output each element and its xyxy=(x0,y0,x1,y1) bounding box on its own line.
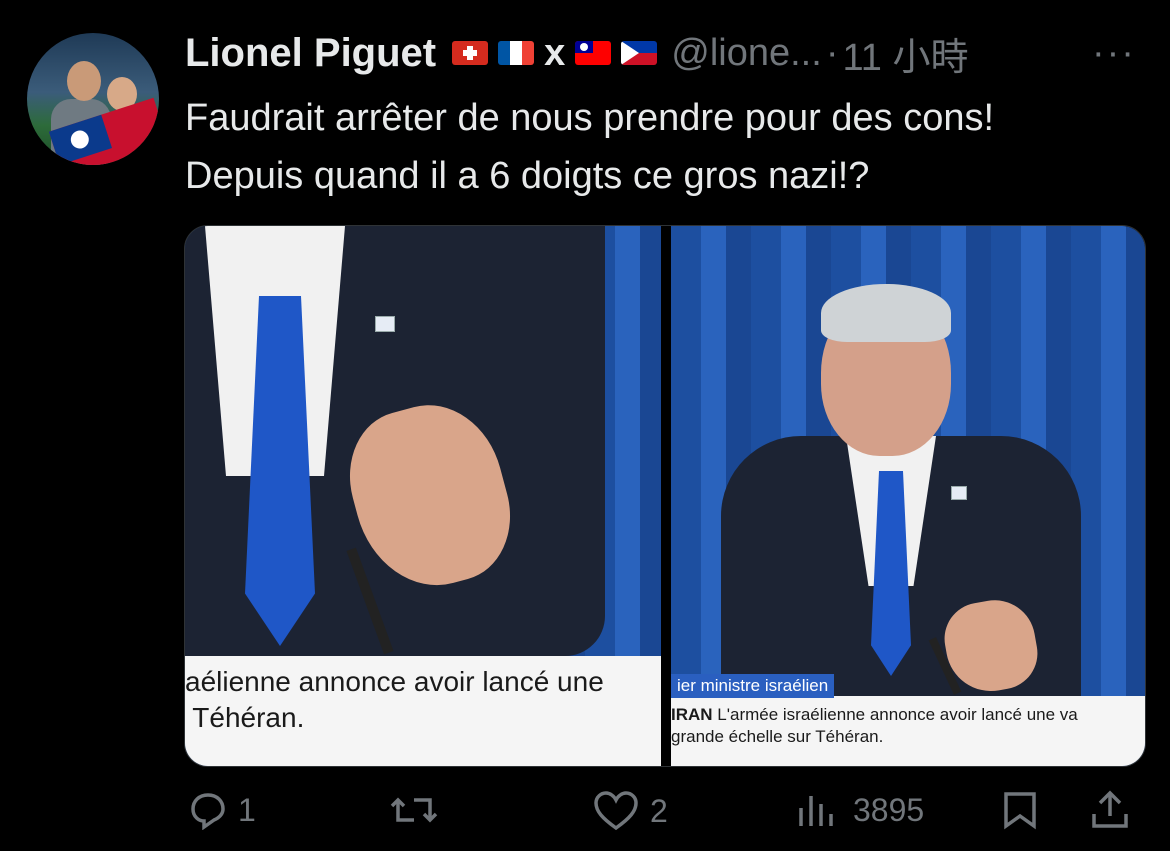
tweet-text-line1: Faudrait arrêter de nous prendre pour de… xyxy=(185,97,995,139)
avatar-face xyxy=(67,61,101,101)
ticker-topic: IRAN xyxy=(671,705,713,724)
media-divider xyxy=(661,226,671,766)
reply-icon xyxy=(191,793,225,830)
retweet-button[interactable] xyxy=(390,790,438,830)
taiwan-flag-icon xyxy=(575,41,612,65)
bookmark-button[interactable] xyxy=(1000,790,1040,830)
reply-button[interactable]: 1 xyxy=(188,790,256,830)
heart-icon xyxy=(594,791,638,831)
tweet-header: Lionel Piguet x @lione... · 11 小時 xyxy=(185,30,968,79)
author-handle[interactable]: @lione... xyxy=(671,32,822,75)
tweet-media[interactable]: aélienne annonce avoir lancé une Téhéran… xyxy=(184,225,1146,767)
france-flag-icon xyxy=(498,41,535,65)
flag-separator: x xyxy=(544,31,566,74)
avatar[interactable] xyxy=(27,33,159,165)
share-button[interactable] xyxy=(1090,790,1130,830)
ticker-right-line2: grande échelle sur Téhéran. xyxy=(671,727,884,746)
tweet-text: Faudrait arrêter de nous prendre pour de… xyxy=(185,89,994,205)
view-count: 3895 xyxy=(853,791,925,828)
tweet-actions: 1 2 3895 xyxy=(0,790,1170,840)
like-count: 2 xyxy=(650,792,668,829)
views-button[interactable]: 3895 xyxy=(797,790,924,830)
media-image-right[interactable]: ier ministre israélien IRAN L'armée isra… xyxy=(671,226,1145,766)
news-ticker-right: IRAN L'armée israélienne annonce avoir l… xyxy=(671,704,1078,748)
ticker-left-line2: Téhéran. xyxy=(185,702,305,733)
tweet-text-line2: Depuis quand il a 6 doigts ce gros nazi!… xyxy=(185,155,870,197)
time-separator: · xyxy=(825,31,839,74)
tweet-timestamp[interactable]: 11 小時 xyxy=(842,26,968,81)
news-ticker-left: aélienne annonce avoir lancé une Téhéran… xyxy=(185,664,604,736)
views-icon xyxy=(799,796,833,826)
philippines-flag-icon xyxy=(621,41,658,65)
author-flags: x xyxy=(452,31,658,75)
like-button[interactable]: 2 xyxy=(592,790,668,832)
bookmark-icon xyxy=(1004,792,1036,830)
lapel-pin xyxy=(375,316,395,332)
more-options-button[interactable]: ··· xyxy=(1092,32,1136,75)
ticker-left-line1: aélienne annonce avoir lancé une xyxy=(185,666,604,697)
author-name[interactable]: Lionel Piguet xyxy=(185,31,436,76)
ticker-right-line1: L'armée israélienne annonce avoir lancé … xyxy=(712,705,1078,724)
reply-count: 1 xyxy=(238,791,256,828)
news-ticker-label: ier ministre israélien xyxy=(671,674,835,698)
retweet-icon xyxy=(390,797,438,823)
media-image-left[interactable]: aélienne annonce avoir lancé une Téhéran… xyxy=(185,226,661,766)
swiss-flag-icon xyxy=(452,41,489,65)
share-icon xyxy=(1092,790,1128,828)
